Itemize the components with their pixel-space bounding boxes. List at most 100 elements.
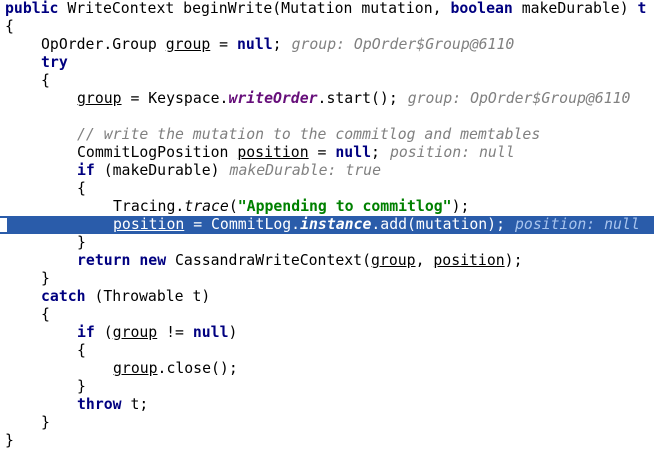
code-text: { [5,18,14,36]
code-token: (Throwable t) [85,288,211,305]
keyword-token: return [77,252,131,269]
keyword-token: null [192,324,229,341]
code-line[interactable]: { [0,342,654,360]
code-token: (makeDurable) [94,162,220,179]
keyword-token: new [139,252,167,269]
inline-debug-value: position: null [389,144,515,161]
code-token: = [308,144,336,161]
code-text: } [77,234,86,252]
code-text: group.close(); [113,360,238,378]
code-line[interactable]: } [0,414,654,432]
code-line[interactable]: OpOrder.Group group = null; group: OpOrde… [0,36,654,54]
code-token: } [77,378,86,395]
code-text: group = Keyspace.writeOrder.start(); grou… [77,90,630,108]
code-token: != [157,324,193,341]
code-token: } [77,234,86,251]
code-token: position [433,252,505,269]
code-token: { [5,18,14,35]
code-text: if (group != null) [77,324,237,342]
code-token: = CommitLog. [184,216,301,233]
code-text: } [5,432,14,450]
code-line[interactable]: CommitLogPosition position = null; positi… [0,144,654,162]
code-token: .close(); [157,360,238,377]
code-line[interactable]: return new CassandraWriteContext(group, … [0,252,654,270]
code-text: { [77,180,86,198]
keyword-token: if [77,324,95,341]
code-editor[interactable]: public WriteContext beginWrite(Mutation … [0,0,654,457]
inline-debug-value: position: null [515,216,640,233]
code-token: group [77,90,122,107]
code-text: throw t; [77,396,148,414]
keyword-token: throw [77,396,122,413]
code-text: Tracing.trace("Appending to commitlog"); [113,198,469,216]
code-token: t; [121,396,149,413]
code-line[interactable]: { [0,306,654,324]
code-token: group [112,324,158,341]
code-token: } [41,414,50,431]
code-line[interactable]: Tracing.trace("Appending to commitlog"); [0,198,654,216]
code-token: WriteContext beginWrite(Mutation mutatio… [58,0,451,17]
code-line[interactable]: try [0,54,654,72]
code-text: try [41,54,68,72]
code-line[interactable]: if (group != null) [0,324,654,342]
code-token: = Keyspace. [121,90,229,107]
keyword-token: public [5,0,59,17]
code-text: { [77,342,86,360]
code-token: { [41,72,50,89]
keyword-token: catch [41,288,86,305]
code-line[interactable]: { [0,180,654,198]
code-token: ( [94,324,113,341]
code-text: } [41,270,50,288]
code-token: , [415,252,434,269]
code-line[interactable]: if (makeDurable) makeDurable: true [0,162,654,180]
current-execution-line[interactable]: position = CommitLog.instance.add(mutati… [0,216,654,234]
code-text: catch (Throwable t) [41,288,210,306]
code-text: { [41,306,50,324]
code-token: group [165,36,211,53]
code-line[interactable]: public WriteContext beginWrite(Mutation … [0,0,654,18]
code-text: OpOrder.Group group = null; group: OpOrde… [41,36,514,54]
code-comment: // write the mutation to the commitlog a… [77,126,541,143]
code-line[interactable]: group = Keyspace.writeOrder.start(); grou… [0,90,654,108]
code-line[interactable]: throw t; [0,396,654,414]
code-text: } [41,414,50,432]
keyword-token: null [237,36,273,53]
code-text: CommitLogPosition position = null; positi… [77,144,515,162]
code-token: } [5,432,14,449]
inline-debug-value: group: OpOrder$Group@6110 [407,90,631,107]
code-token: ); [504,252,523,269]
code-line[interactable]: } [0,378,654,396]
code-line[interactable]: catch (Throwable t) [0,288,654,306]
code-text: // write the mutation to the commitlog a… [77,126,540,144]
code-token: CassandraWriteContext( [166,252,372,269]
code-line[interactable]: { [0,72,654,90]
keyword-token: boolean [450,0,513,17]
code-text: { [41,72,50,90]
code-token: Tracing. [113,198,185,215]
code-line[interactable]: } [0,234,654,252]
code-token: OpOrder.Group [41,36,166,53]
code-token: group [371,252,416,269]
code-text: position = CommitLog.instance.add(mutati… [113,216,640,234]
code-line[interactable]: } [0,432,654,450]
code-line[interactable]: // write the mutation to the commitlog a… [0,126,654,144]
code-line[interactable]: group.close(); [0,360,654,378]
code-token: } [41,270,50,287]
code-line[interactable]: } [0,270,654,288]
code-token: position [237,144,309,161]
code-token: ; [272,36,282,53]
code-line[interactable] [0,108,654,126]
keyword-token: try [41,54,68,71]
code-line[interactable]: { [0,18,654,36]
code-token: trace [184,198,229,215]
code-token: ); [451,198,470,215]
code-token: ( [228,198,238,215]
code-token: makeDurable) [512,0,638,17]
code-token: .start(); [317,90,398,107]
execution-point-marker [0,218,7,232]
code-token: ; [371,144,380,161]
keyword-token: if [77,162,95,179]
inline-debug-value: makeDurable: true [229,162,381,179]
inline-debug-value: group: OpOrder$Group@6110 [291,36,515,53]
code-token: { [77,180,86,197]
